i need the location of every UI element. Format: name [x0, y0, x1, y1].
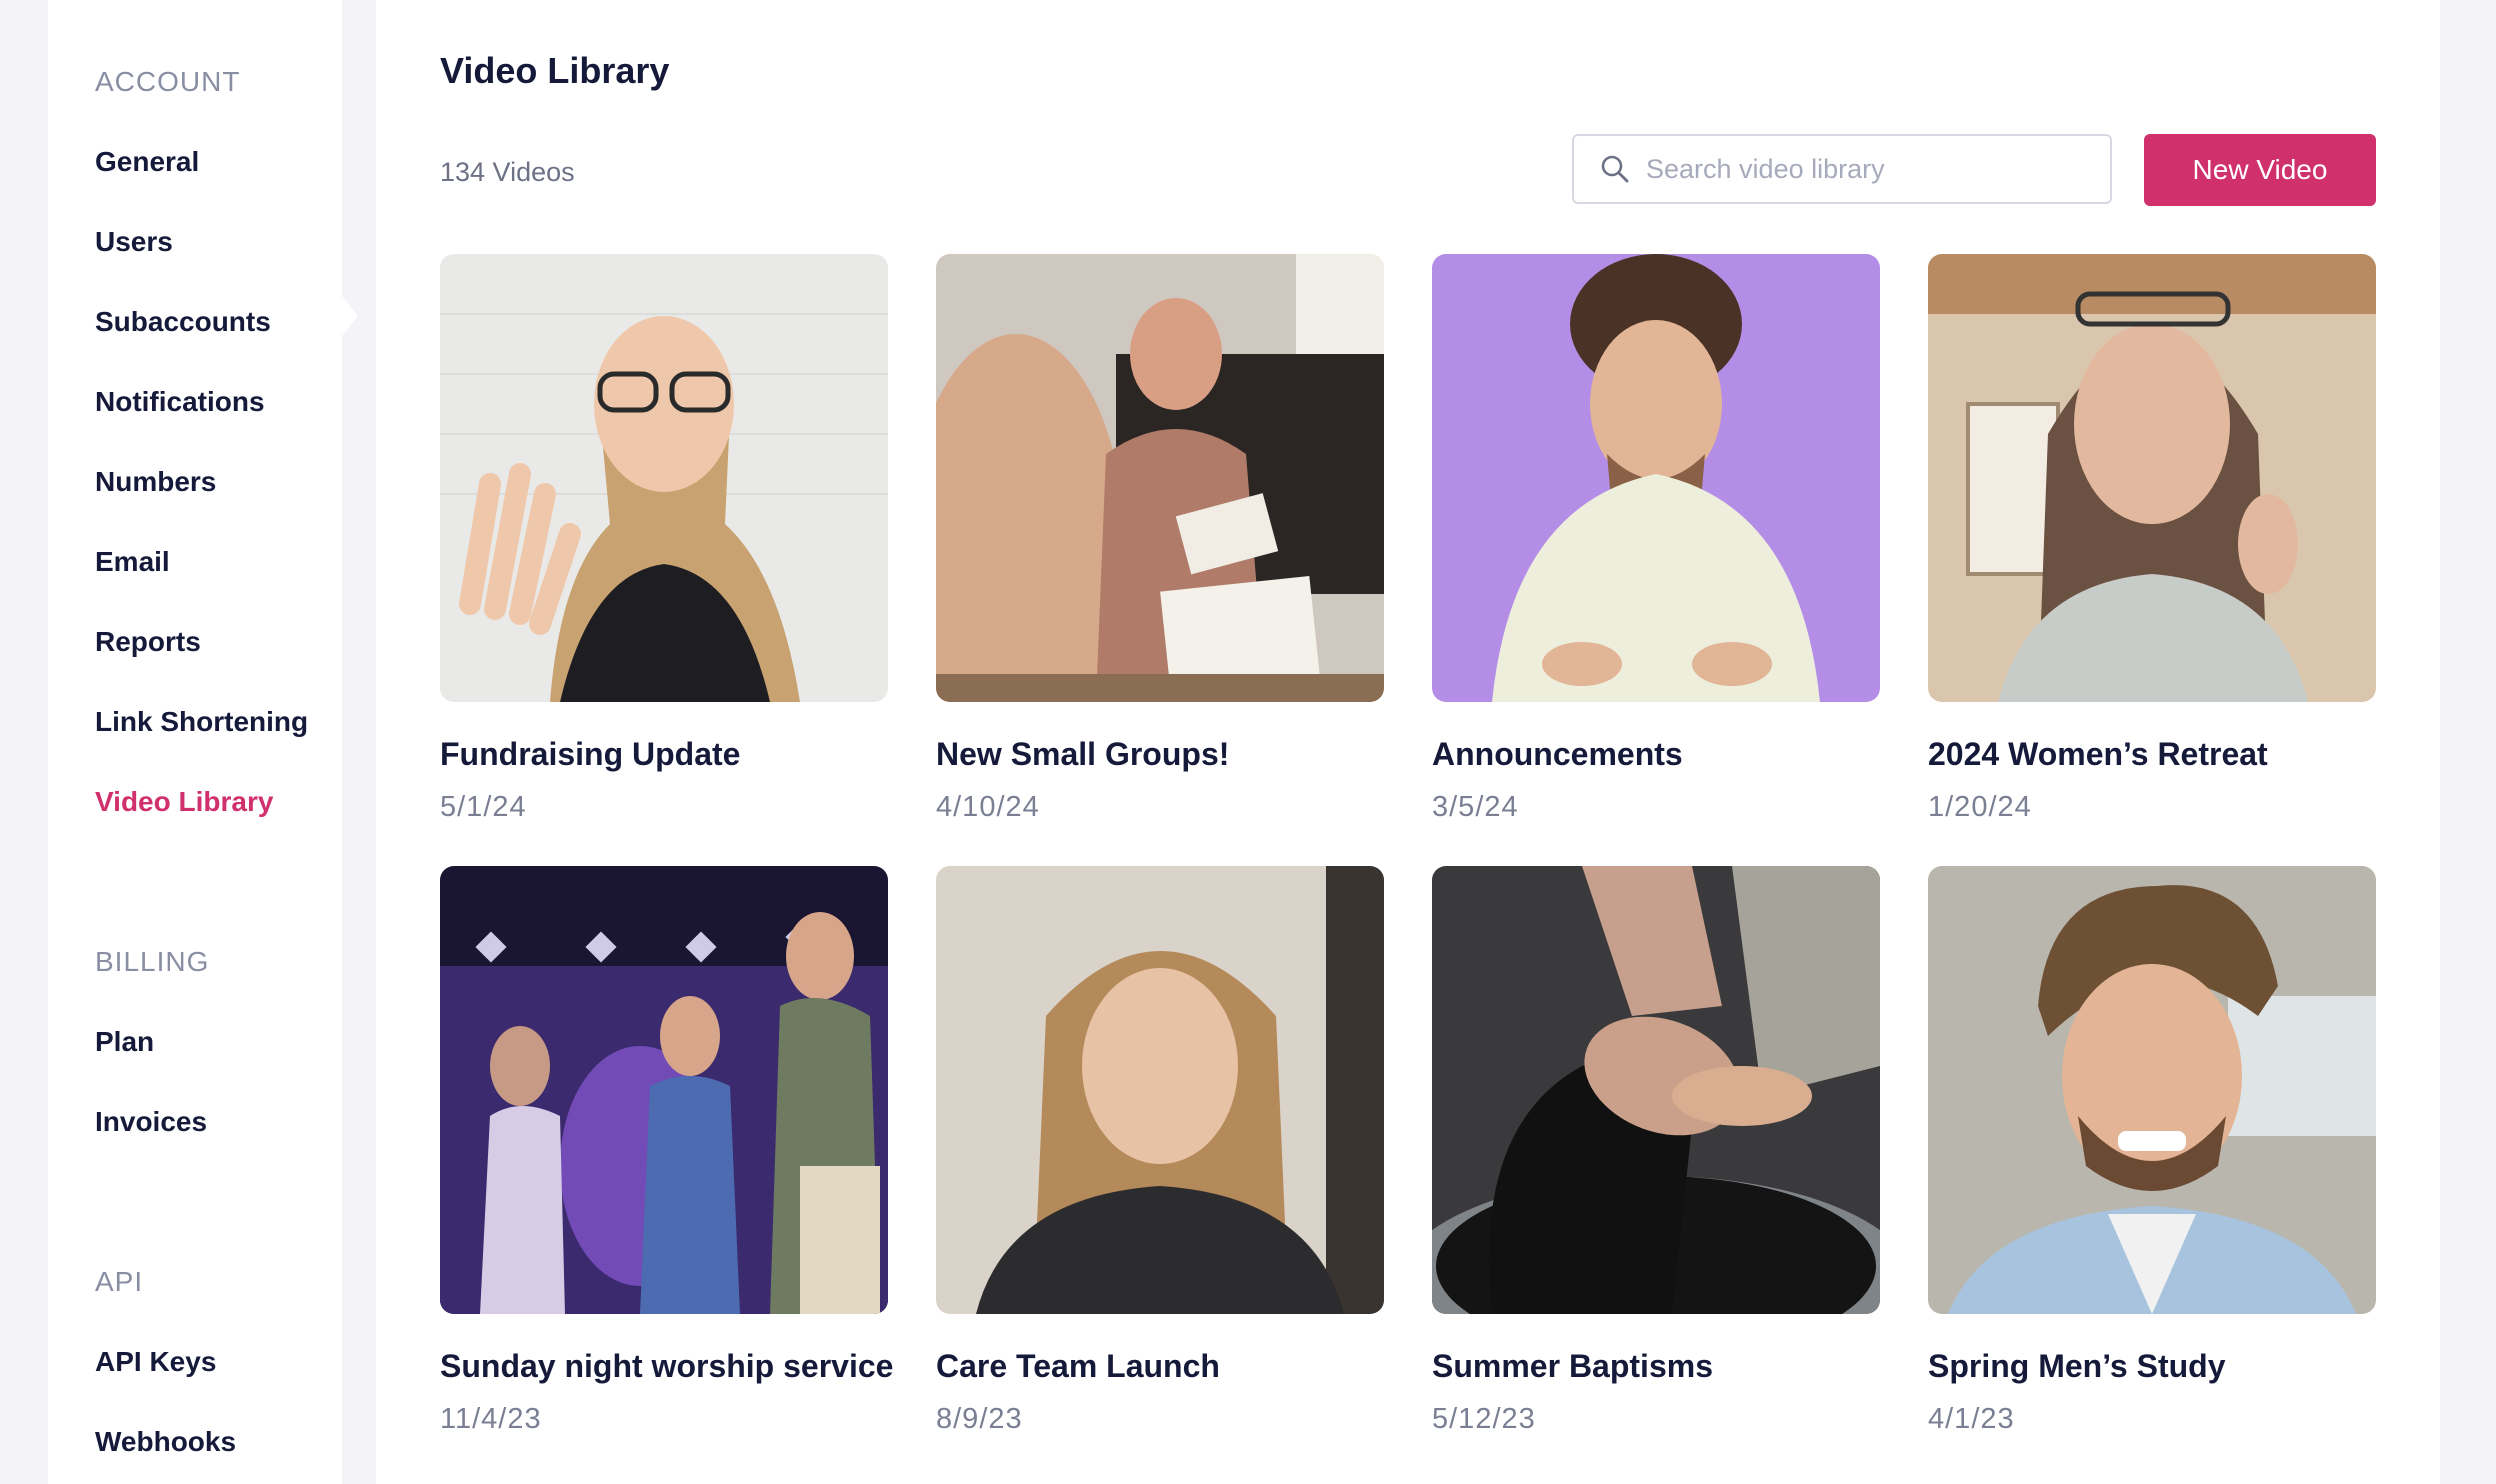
video-date: 5/12/23 — [1432, 1403, 1536, 1435]
sidebar-item-users[interactable]: Users — [95, 226, 173, 258]
sidebar-item-general[interactable]: General — [95, 146, 199, 178]
video-thumbnail[interactable] — [440, 254, 888, 702]
settings-sidebar: ACCOUNT General Users Subaccounts Notifi… — [48, 0, 342, 1484]
video-card[interactable]: Fundraising Update 5/1/24 — [440, 254, 888, 824]
video-card[interactable]: Care Team Launch 8/9/23 — [936, 866, 1384, 1436]
section-header-billing: BILLING — [95, 946, 210, 977]
video-card[interactable]: 2024 Women’s Retreat 1/20/24 — [1928, 254, 2376, 824]
video-thumbnail[interactable] — [440, 866, 888, 1314]
video-card[interactable]: Spring Men’s Study 4/1/23 — [1928, 866, 2376, 1436]
search-box[interactable] — [1572, 134, 2112, 204]
sidebar-item-webhooks[interactable]: Webhooks — [95, 1426, 236, 1458]
video-title[interactable]: Announcements — [1432, 736, 1880, 773]
search-input[interactable] — [1644, 152, 2088, 186]
video-card[interactable]: Summer Baptisms 5/12/23 — [1432, 866, 1880, 1436]
sidebar-item-invoices[interactable]: Invoices — [95, 1106, 207, 1138]
video-date: 3/5/24 — [1432, 791, 1519, 823]
sidebar-item-plan[interactable]: Plan — [95, 1026, 154, 1058]
video-count: 134 Videos — [440, 157, 575, 187]
video-thumbnail[interactable] — [936, 254, 1384, 702]
section-header-account: ACCOUNT — [95, 66, 241, 97]
video-card[interactable]: Sunday night worship service 11/4/23 — [440, 866, 893, 1436]
video-date: 11/4/23 — [440, 1403, 542, 1435]
video-thumbnail[interactable] — [1928, 254, 2376, 702]
video-title[interactable]: Fundraising Update — [440, 736, 888, 773]
new-video-button[interactable]: New Video — [2144, 134, 2376, 206]
sidebar-item-email[interactable]: Email — [95, 546, 170, 578]
sidebar-item-notifications[interactable]: Notifications — [95, 386, 265, 418]
section-header-api: API — [95, 1266, 144, 1297]
video-date: 4/10/24 — [936, 791, 1040, 823]
search-icon — [1600, 154, 1630, 184]
video-title[interactable]: Sunday night worship service — [440, 1348, 893, 1385]
video-title[interactable]: Summer Baptisms — [1432, 1348, 1880, 1385]
video-date: 4/1/23 — [1928, 1403, 2015, 1435]
video-library-panel: Video Library 134 Videos New Video Fundr — [376, 0, 2440, 1484]
video-thumbnail[interactable] — [936, 866, 1384, 1314]
sidebar-item-reports[interactable]: Reports — [95, 626, 201, 658]
video-card[interactable]: Announcements 3/5/24 — [1432, 254, 1880, 824]
sidebar-item-numbers[interactable]: Numbers — [95, 466, 216, 498]
video-title[interactable]: New Small Groups! — [936, 736, 1384, 773]
video-date: 8/9/23 — [936, 1403, 1023, 1435]
video-title[interactable]: Spring Men’s Study — [1928, 1348, 2376, 1385]
active-section-pointer — [342, 296, 358, 336]
page-title: Video Library — [440, 50, 670, 91]
sidebar-item-video-library[interactable]: Video Library — [95, 786, 273, 818]
video-date: 5/1/24 — [440, 791, 527, 823]
video-thumbnail[interactable] — [1928, 866, 2376, 1314]
video-card[interactable]: New Small Groups! 4/10/24 — [936, 254, 1384, 824]
sidebar-item-subaccounts[interactable]: Subaccounts — [95, 306, 271, 338]
video-title[interactable]: 2024 Women’s Retreat — [1928, 736, 2376, 773]
video-thumbnail[interactable] — [1432, 254, 1880, 702]
video-date: 1/20/24 — [1928, 791, 2032, 823]
sidebar-item-api-keys[interactable]: API Keys — [95, 1346, 216, 1378]
sidebar-item-link-shortening[interactable]: Link Shortening — [95, 706, 308, 738]
video-title[interactable]: Care Team Launch — [936, 1348, 1384, 1385]
video-thumbnail[interactable] — [1432, 866, 1880, 1314]
